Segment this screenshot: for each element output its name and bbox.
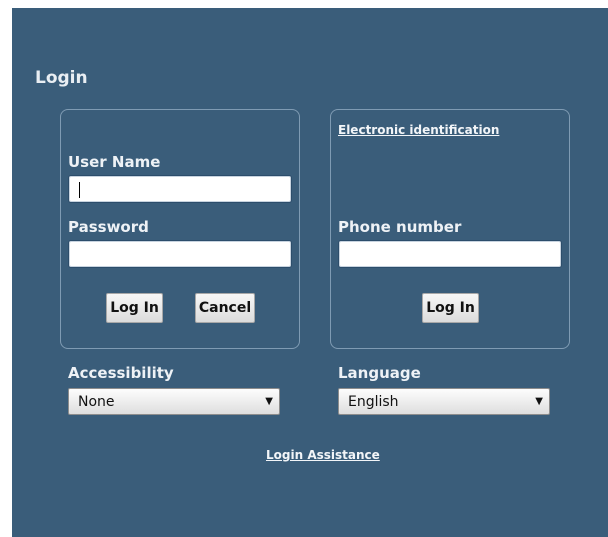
accessibility-label: Accessibility — [68, 364, 174, 382]
chevron-down-icon: ▼ — [265, 396, 273, 407]
language-label: Language — [338, 364, 421, 382]
accessibility-selected-value: None — [78, 393, 115, 410]
accessibility-select[interactable]: None ▼ — [68, 388, 280, 415]
text-caret — [79, 182, 80, 198]
cancel-button[interactable]: Cancel — [195, 293, 255, 323]
page-title: Login — [35, 68, 88, 88]
username-input[interactable] — [68, 175, 292, 203]
eid-box: Electronic identification Phone number L… — [330, 109, 570, 349]
language-selected-value: English — [348, 393, 399, 410]
login-assistance-link[interactable]: Login Assistance — [266, 448, 380, 462]
username-label: User Name — [68, 153, 161, 171]
phone-number-label: Phone number — [338, 218, 462, 236]
password-label: Password — [68, 218, 149, 236]
password-input[interactable] — [68, 240, 292, 268]
credentials-box: User Name Password Log In Cancel — [60, 109, 300, 349]
chevron-down-icon: ▼ — [535, 396, 543, 407]
electronic-identification-link[interactable]: Electronic identification — [338, 123, 499, 137]
login-panel: Login User Name Password Log In Cancel E… — [12, 8, 608, 537]
language-select[interactable]: English ▼ — [338, 388, 550, 415]
phone-number-input[interactable] — [338, 240, 562, 268]
eid-login-button[interactable]: Log In — [422, 293, 479, 323]
login-button[interactable]: Log In — [106, 293, 163, 323]
